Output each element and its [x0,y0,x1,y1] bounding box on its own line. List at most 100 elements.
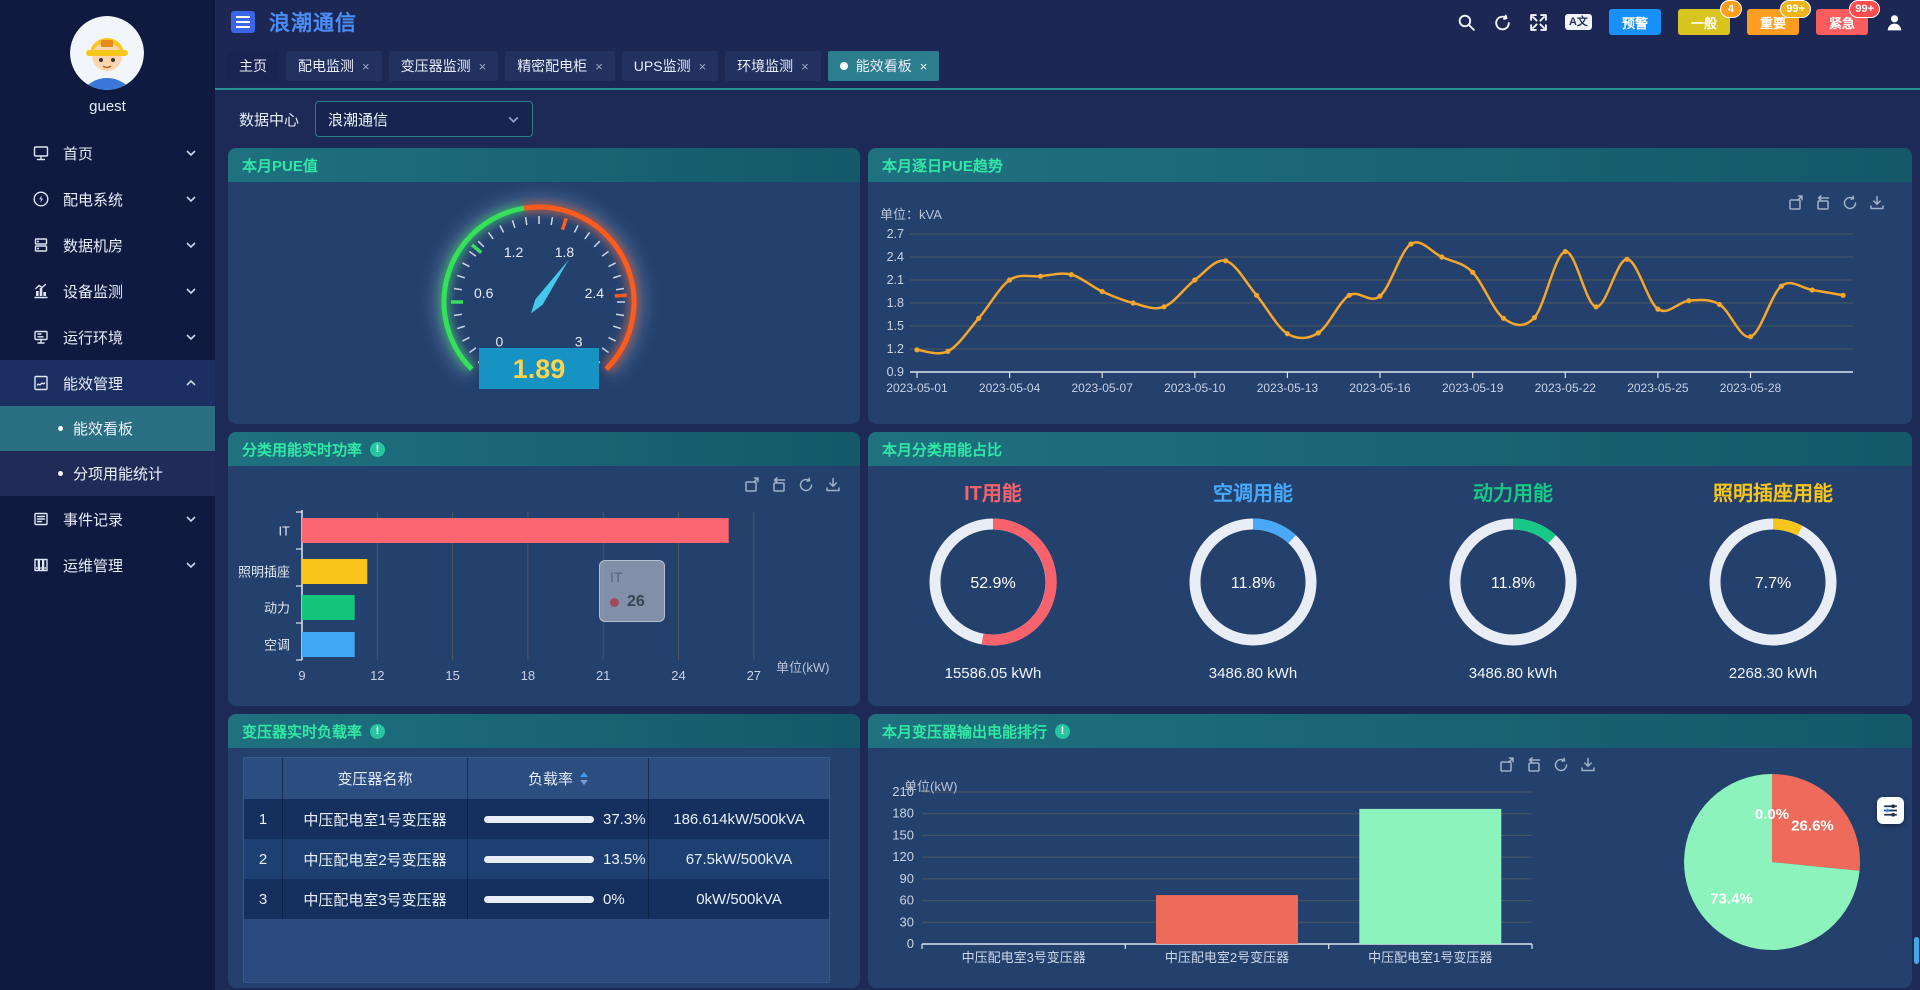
tab-5[interactable]: 环境监测 × [725,51,821,81]
column-header [244,758,283,799]
tab-3[interactable]: 精密配电柜 × [505,51,615,81]
download-icon[interactable] [1868,194,1886,212]
load-table-body: 变压器名称 负载率 1 中压配电室1号变压器 37.3% 186.614kW/5… [228,748,860,988]
tab-4[interactable]: UPS监测 × [622,51,718,81]
tab-0[interactable]: 主页 [227,51,279,81]
download-icon[interactable] [824,476,842,494]
card-energy-share: 本月分类用能占比 IT用能52.9%15586.05 kWh空调用能11.8%3… [868,432,1912,706]
chart-tooltip: IT 26 [599,560,665,622]
download-icon[interactable] [1579,756,1597,774]
bullet-icon [58,426,63,431]
sidebar-subitem-5-0[interactable]: 能效看板 [0,406,215,451]
close-icon[interactable]: × [699,60,707,73]
card-header: 本月PUE值 [228,148,860,182]
card-title: 本月分类用能占比 [882,439,1002,460]
card-load-table: 变压器实时负载率 变压器名称 负载率 1 中压配电室1号变压器 37.3% 18… [228,714,860,988]
svg-text:11.8%: 11.8% [1491,575,1535,592]
table-row-2[interactable]: 3 中压配电室3号变压器 0% 0kW/500kVA [244,879,829,919]
svg-text:照明插座: 照明插座 [238,565,290,580]
alert-button-0[interactable]: 预警 [1609,9,1661,35]
transformer-load-table: 变压器名称 负载率 1 中压配电室1号变压器 37.3% 186.614kW/5… [243,757,830,983]
sidebar-item-0[interactable]: 首页 [0,130,215,176]
load-ratio: 0kW/500kVA [649,879,829,919]
close-icon[interactable]: × [801,60,809,73]
refresh-icon[interactable] [1841,194,1859,212]
card-title: 变压器实时负载率 [242,721,362,742]
svg-text:9: 9 [298,668,305,683]
chevron-down-icon [185,193,197,205]
close-icon[interactable]: × [595,60,603,73]
refresh-icon[interactable] [797,476,815,494]
data-zoom-icon[interactable] [1498,756,1516,774]
table-row-0[interactable]: 1 中压配电室1号变压器 37.3% 186.614kW/500kVA [244,799,829,839]
sort-icon[interactable] [580,772,588,785]
sidebar-item-3[interactable]: 设备监测 [0,268,215,314]
avatar[interactable] [70,16,144,90]
table-header-row: 变压器名称 负载率 [244,758,829,799]
chevron-down-icon [507,113,520,126]
sidebar-item-2[interactable]: 数据机房 [0,222,215,268]
chart-settings-button[interactable] [1877,797,1904,824]
chevron-down-icon [185,147,197,159]
table-row-1[interactable]: 2 中压配电室2号变压器 13.5% 67.5kW/500kVA [244,839,829,879]
datacenter-select[interactable]: 浪潮通信 [315,101,533,137]
sidebar-item-4[interactable]: 运行环境 [0,314,215,360]
restore-icon[interactable] [1814,194,1832,212]
bullet-icon [58,471,63,476]
sidebar-item-1[interactable]: 配电系统 [0,176,215,222]
svg-text:27: 27 [747,668,761,683]
restore-icon[interactable] [770,476,788,494]
data-zoom-icon[interactable] [1787,194,1805,212]
tab-1[interactable]: 配电监测 × [286,51,382,81]
data-zoom-icon[interactable] [743,476,761,494]
column-header-load[interactable]: 负载率 [468,758,649,799]
svg-text:1.2: 1.2 [887,342,904,356]
refresh-icon[interactable] [1493,13,1512,32]
fullscreen-icon[interactable] [1529,13,1548,32]
restore-icon[interactable] [1525,756,1543,774]
card-header: 变压器实时负载率 [228,714,860,748]
svg-text:IT用能: IT用能 [964,481,1022,505]
info-icon[interactable] [370,442,385,457]
sidebar-item-label: 首页 [63,143,93,164]
close-icon[interactable]: × [479,60,487,73]
refresh-icon[interactable] [1552,756,1570,774]
tab-6[interactable]: 能效看板 × [828,51,940,81]
vertical-scrollbar-thumb[interactable] [1914,937,1919,964]
table-empty-area [244,919,829,982]
tooltip-marker [610,598,619,607]
close-icon[interactable]: × [920,60,928,73]
svg-text:2023-05-22: 2023-05-22 [1535,381,1597,395]
alert-button-1[interactable]: 一般 4 [1678,9,1730,35]
close-icon[interactable]: × [362,60,370,73]
svg-text:0.0%: 0.0% [1755,806,1789,823]
pue-gauge-chart: 00.61.21.82.43 1.89 [228,182,860,424]
row-index: 1 [244,799,283,839]
card-category-power: 分类用能实时功率 9121518212427IT 照明插座 动力 空调 单位(k… [228,432,860,706]
filter-bar: 数据中心 浪潮通信 [215,90,1920,148]
unit-label: 单位：kVA [880,204,942,223]
info-icon[interactable] [1055,724,1070,739]
svg-text:2023-05-28: 2023-05-28 [1720,381,1782,395]
menu-collapse-icon[interactable] [231,11,255,33]
tab-2[interactable]: 变压器监测 × [389,51,499,81]
info-icon[interactable] [370,724,385,739]
sidebar-item-6[interactable]: 事件记录 [0,496,215,542]
translate-icon[interactable]: A文 [1565,14,1592,30]
load-ratio: 186.614kW/500kVA [649,799,829,839]
sidebar-item-5[interactable]: 能效管理 [0,360,215,406]
sidebar-subitem-5-1[interactable]: 分项用能统计 [0,451,215,496]
sidebar-item-label: 设备监测 [63,281,123,302]
alert-badge: 4 [1720,0,1742,18]
sidebar-item-7[interactable]: 运维管理 [0,542,215,588]
sidebar-menu: 首页 配电系统 数据机房 设备监测 运行环境 能效管理能效看板分项用能统计 事件… [0,130,215,588]
svg-text:18: 18 [521,668,535,683]
alert-button-2[interactable]: 重要 99+ [1747,9,1799,35]
search-icon[interactable] [1457,13,1476,32]
svg-text:52.9%: 52.9% [970,575,1015,592]
user-icon[interactable] [1885,13,1904,32]
svg-text:2.4: 2.4 [585,285,605,301]
sidebar-item-label: 配电系统 [63,189,123,210]
sidebar-item-label: 能效管理 [63,373,123,394]
alert-button-3[interactable]: 紧急 99+ [1816,9,1868,35]
